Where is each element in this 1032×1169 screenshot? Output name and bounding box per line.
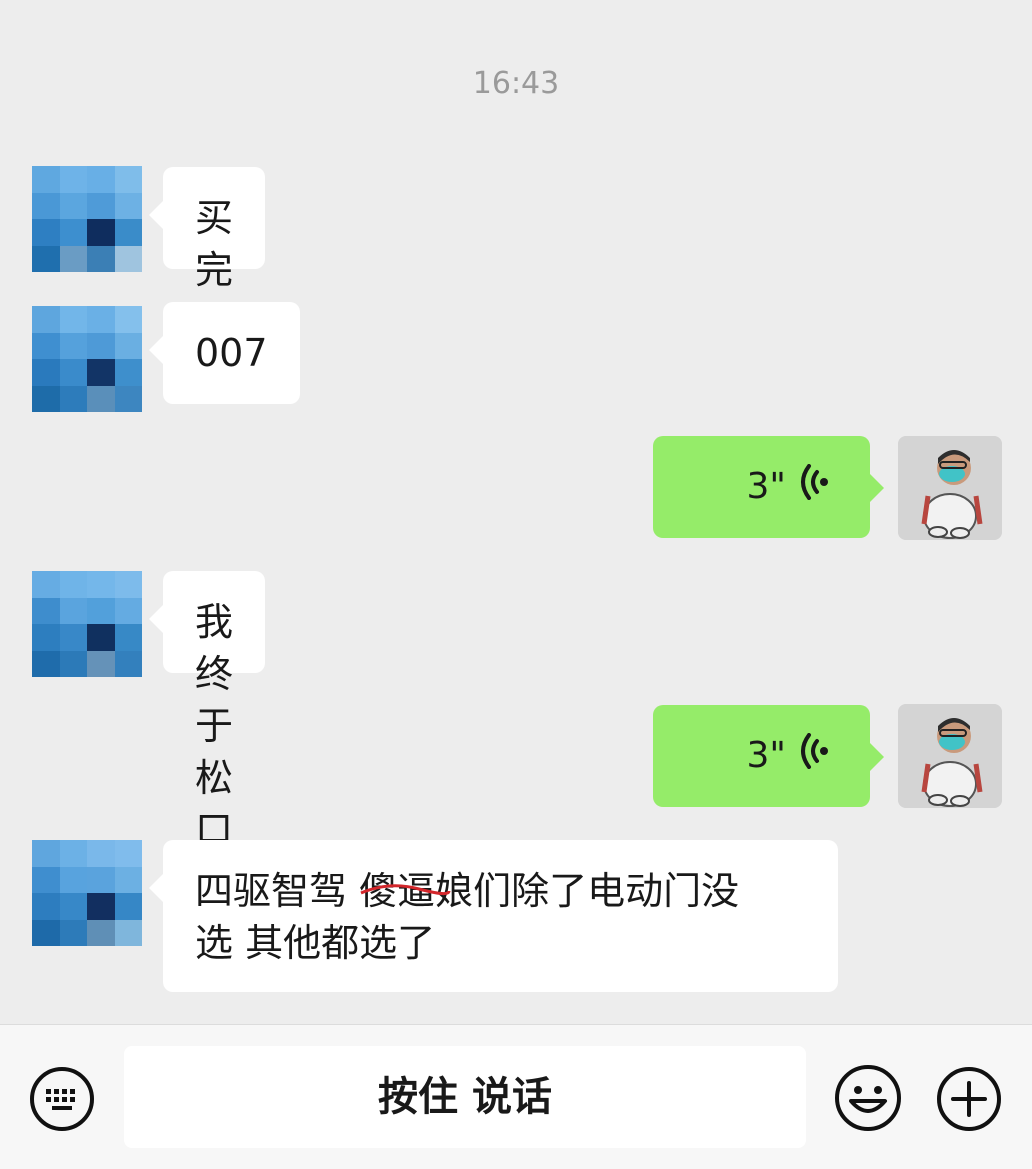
- voice-duration: 3": [746, 466, 786, 507]
- message-bubble[interactable]: 四驱智驾 傻逼 娘们除了电动门没 选 其他都选了: [149, 840, 838, 992]
- emoji-icon[interactable]: [833, 1063, 903, 1137]
- my-avatar[interactable]: [898, 436, 1002, 540]
- message-bubble[interactable]: 007: [149, 302, 300, 404]
- struck-text: 傻逼: [359, 865, 451, 917]
- contact-avatar[interactable]: [32, 306, 142, 412]
- plus-icon[interactable]: [935, 1065, 1003, 1137]
- message-line: 选 其他都选了: [195, 917, 806, 969]
- my-avatar[interactable]: [898, 704, 1002, 808]
- chat-input-bar: 按住 说话: [0, 1024, 1032, 1169]
- contact-avatar[interactable]: [32, 840, 142, 946]
- message-bubble[interactable]: 我终于松口气: [148, 571, 266, 904]
- message-line: 四驱智驾 傻逼 娘们除了电动门没: [195, 865, 806, 917]
- message-timestamp: 16:43: [472, 66, 560, 101]
- voice-wave-icon: [800, 461, 830, 513]
- chat-area[interactable]: 16:43 买完了 007: [0, 0, 1032, 1024]
- message-text: 007: [195, 331, 268, 375]
- message-text: 四驱智驾: [195, 869, 360, 913]
- contact-avatar[interactable]: [32, 166, 142, 272]
- message-bubble[interactable]: 买完了: [148, 167, 266, 344]
- voice-wave-icon: [800, 730, 830, 782]
- keyboard-icon[interactable]: [28, 1065, 96, 1137]
- hold-to-talk-button[interactable]: 按住 说话: [124, 1046, 806, 1148]
- contact-avatar[interactable]: [32, 571, 142, 677]
- message-text: 选 其他都选了: [195, 921, 436, 965]
- voice-duration: 3": [746, 735, 786, 776]
- red-scribble-icon: [360, 884, 451, 896]
- message-text: 娘们除了电动门没: [435, 869, 740, 913]
- voice-message-bubble[interactable]: 3": [653, 436, 884, 538]
- voice-message-bubble[interactable]: 3": [653, 705, 884, 807]
